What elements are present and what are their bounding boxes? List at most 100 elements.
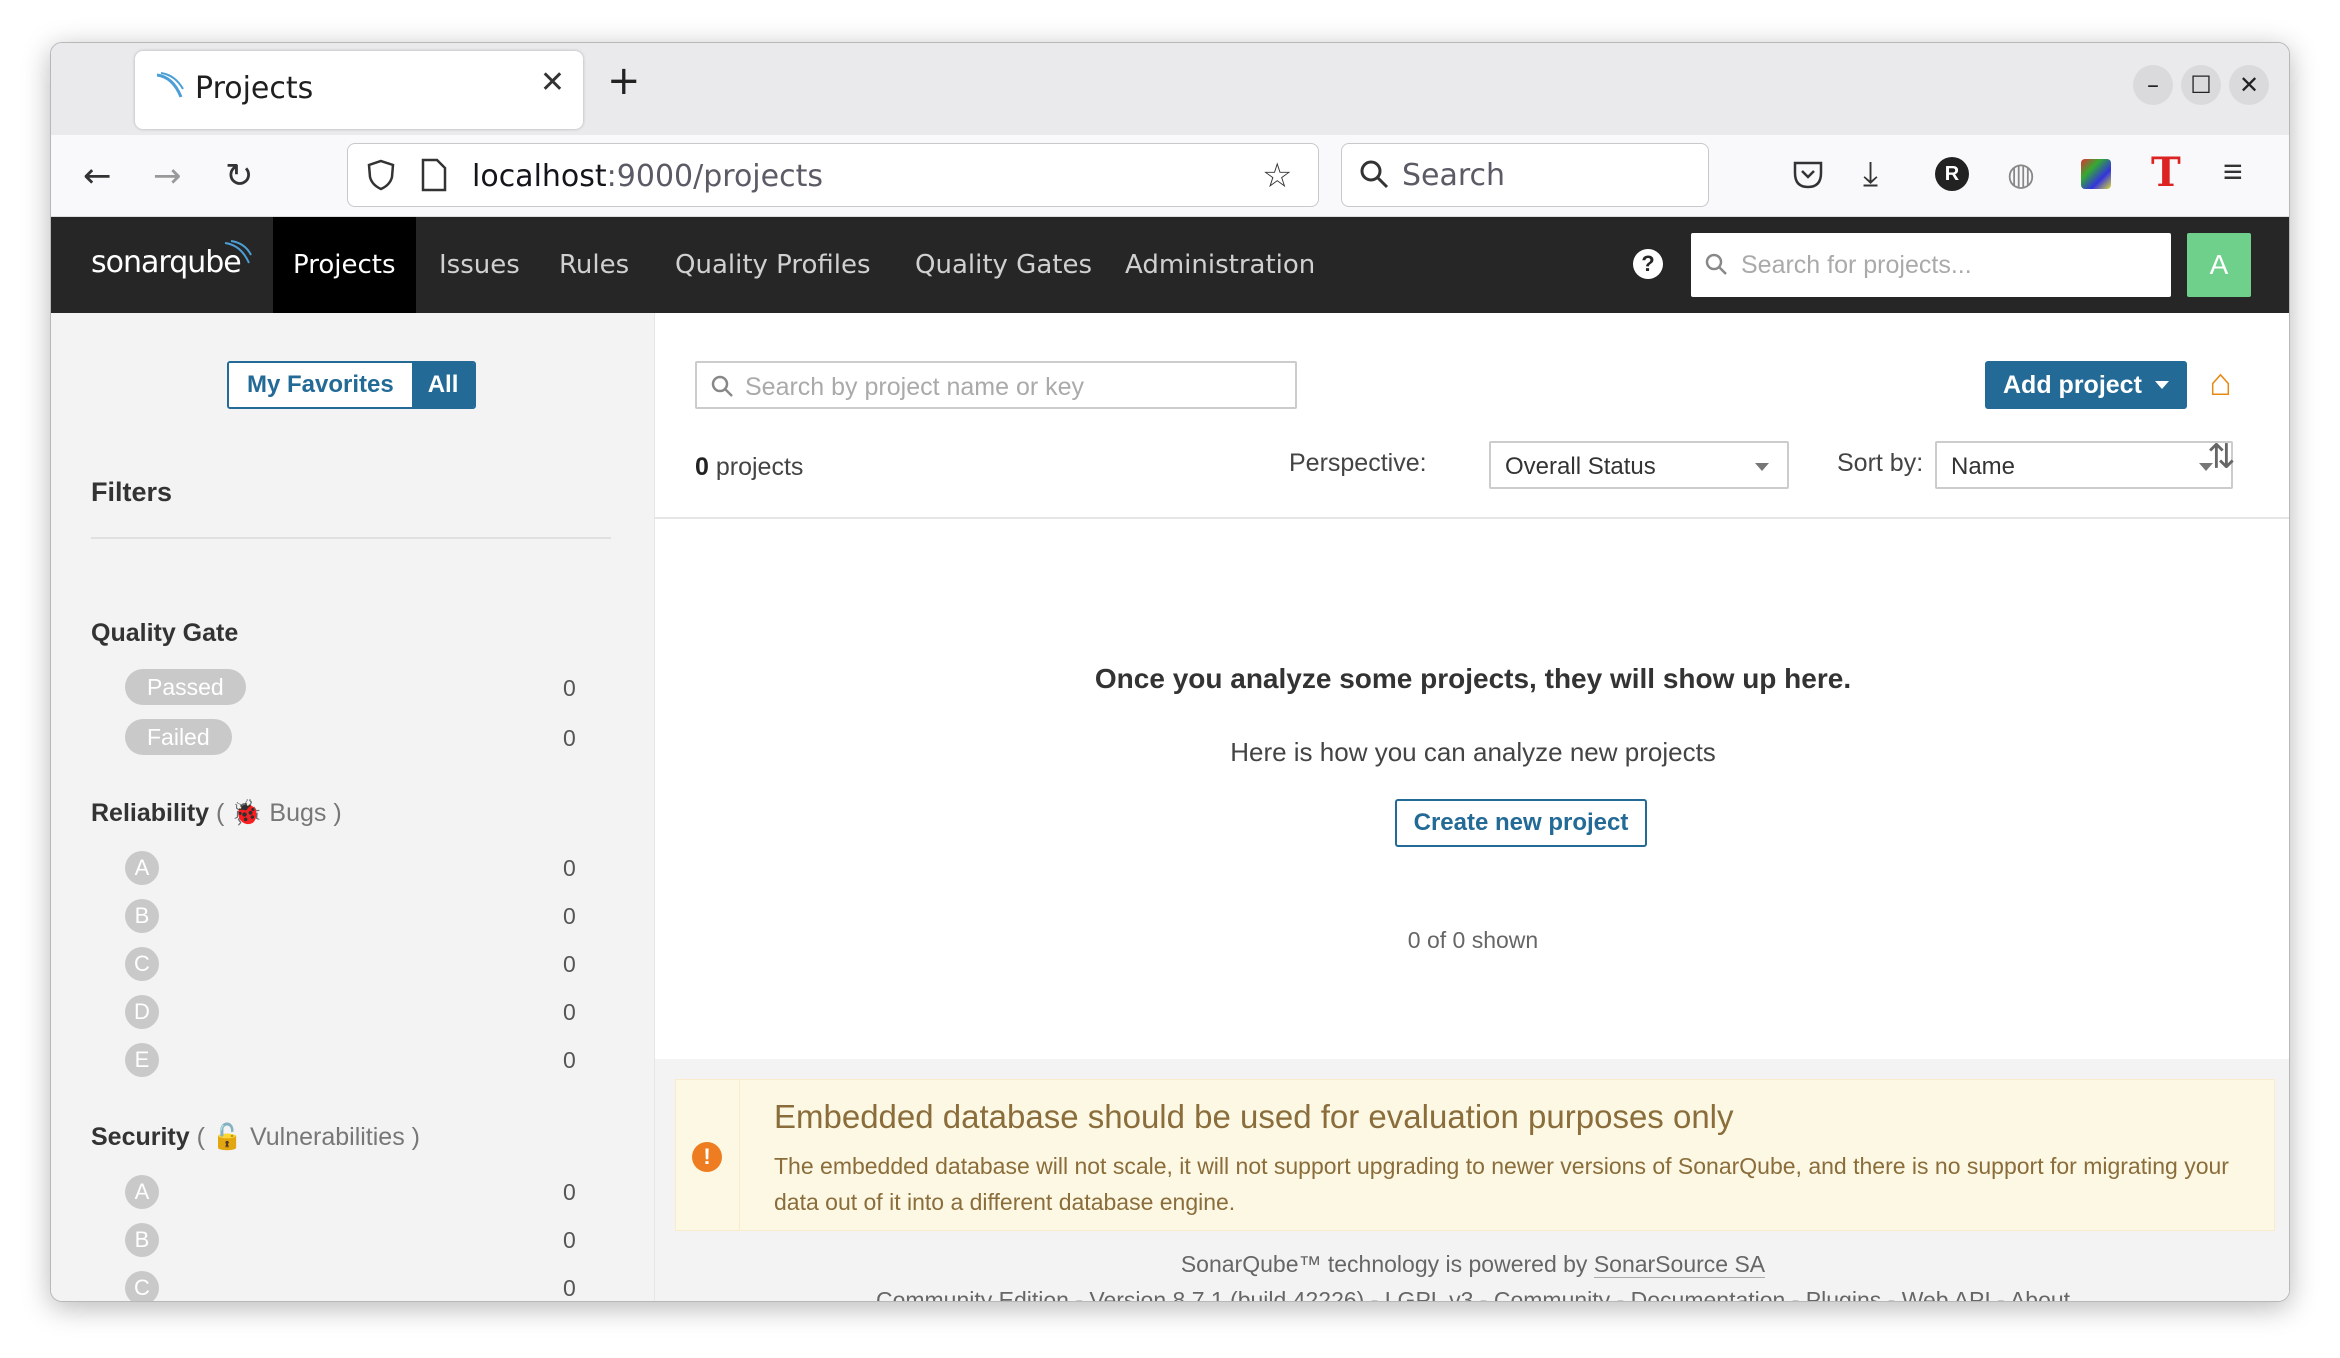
reliability-count-c: 0 <box>563 951 576 977</box>
nav-administration[interactable]: Administration <box>1105 217 1335 313</box>
bug-icon: 🐞 <box>231 799 263 827</box>
sort-label: Sort by: <box>1837 449 1924 477</box>
project-search-placeholder: Search by project name or key <box>745 373 1085 401</box>
nav-quality-gates[interactable]: Quality Gates <box>895 217 1112 313</box>
project-count: 0 projects <box>695 453 804 481</box>
warning-text: The embedded database will not scale, it… <box>774 1153 2229 1215</box>
all-button[interactable]: All <box>411 363 475 407</box>
sonarsource-link[interactable]: SonarSource SA <box>1593 1251 1766 1278</box>
security-count-a: 0 <box>563 1179 576 1205</box>
project-search-input[interactable]: Search by project name or key <box>695 361 1297 409</box>
browser-toolbar: ← → ↻ localhost:9000/projects ☆ Search ⤓… <box>51 135 2289 217</box>
extension-t-icon[interactable]: T <box>2151 149 2181 196</box>
forward-icon[interactable]: → <box>153 151 182 201</box>
nav-issues[interactable]: Issues <box>419 217 540 313</box>
reliability-count-a: 0 <box>563 855 576 881</box>
reliability-rating-d[interactable]: D <box>125 995 159 1029</box>
reliability-rating-a[interactable]: A <box>125 851 159 885</box>
security-rating-c[interactable]: C <box>125 1271 159 1301</box>
add-project-label: Add project <box>2003 371 2142 399</box>
empty-state-subtitle: Here is how you can analyze new projects <box>1230 737 1716 767</box>
download-icon[interactable]: ⤓ <box>1863 155 1878 194</box>
security-count-c: 0 <box>563 1275 576 1301</box>
minimize-icon[interactable]: – <box>2133 65 2173 105</box>
security-facet-title[interactable]: Security ( 🔓 Vulnerabilities ) <box>91 1123 420 1152</box>
reliability-rating-e[interactable]: E <box>125 1043 159 1077</box>
warning-icon-area: ! <box>676 1080 740 1230</box>
failed-count: 0 <box>563 725 576 751</box>
global-search-input[interactable]: Search for projects... <box>1691 233 2171 297</box>
perspective-select[interactable]: Overall Status <box>1489 441 1789 489</box>
search-icon <box>1703 251 1729 282</box>
extension-color-icon[interactable] <box>2081 159 2111 189</box>
paren-open: ( <box>216 799 225 827</box>
my-favorites-button[interactable]: My Favorites <box>229 363 412 407</box>
pocket-icon[interactable] <box>1791 157 1825 196</box>
maximize-icon[interactable]: ☐ <box>2181 65 2221 105</box>
avatar[interactable]: A <box>2187 233 2251 297</box>
home-icon[interactable]: ⌂ <box>2209 363 2232 403</box>
divider <box>91 537 611 539</box>
reliability-count-b: 0 <box>563 903 576 929</box>
reliability-rating-b[interactable]: B <box>125 899 159 933</box>
reliability-rating-c[interactable]: C <box>125 947 159 981</box>
nav-quality-profiles[interactable]: Quality Profiles <box>655 217 891 313</box>
close-window-icon[interactable]: ✕ <box>2229 65 2269 105</box>
extension-r-icon[interactable]: R <box>1935 157 1969 191</box>
paren-open: ( <box>196 1123 205 1151</box>
search-icon <box>709 373 735 404</box>
logo-wave-icon <box>223 239 253 274</box>
security-rating-b[interactable]: B <box>125 1223 159 1257</box>
chevron-down-icon <box>1755 463 1769 471</box>
tab-strip: Projects ✕ + – ☐ ✕ <box>51 43 2289 135</box>
lock-icon: 🔓 <box>211 1123 244 1151</box>
add-project-button[interactable]: Add project <box>1985 361 2187 409</box>
caret-down-icon <box>2155 381 2169 389</box>
tab-projects[interactable]: Projects ✕ <box>135 51 583 129</box>
nav-rules[interactable]: Rules <box>539 217 649 313</box>
url-bar[interactable]: localhost:9000/projects ☆ <box>347 143 1319 207</box>
reliability-facet-title[interactable]: Reliability ( 🐞 Bugs ) <box>91 799 342 828</box>
tab-title: Projects <box>195 71 314 106</box>
shield-icon[interactable] <box>364 158 398 197</box>
bugs-label: Bugs <box>269 799 327 827</box>
help-icon[interactable]: ? <box>1633 249 1663 279</box>
footer-edition: Community Edition - Version 8.7.1 (build… <box>875 1287 1379 1302</box>
perspective-label: Perspective: <box>1289 449 1427 477</box>
globe-icon[interactable]: ◍ <box>2007 155 2035 193</box>
bookmark-star-icon[interactable]: ☆ <box>1262 156 1292 196</box>
footer-links: Community Edition - Version 8.7.1 (build… <box>655 1287 2289 1302</box>
failed-filter[interactable]: Failed <box>125 719 232 755</box>
sort-value: Name <box>1951 453 2016 480</box>
sort-select[interactable]: Name <box>1935 441 2233 489</box>
shown-count: 0 of 0 shown <box>1407 927 1539 953</box>
new-tab-icon[interactable]: + <box>607 61 641 101</box>
browser-window: Projects ✕ + – ☐ ✕ ← → ↻ localhost:9000/… <box>50 42 2290 1302</box>
nav-projects[interactable]: Projects <box>273 217 416 313</box>
paren-close: ) <box>333 799 342 827</box>
quality-gate-facet-title[interactable]: Quality Gate <box>91 619 238 648</box>
create-new-project-button[interactable]: Create new project <box>1395 799 1647 847</box>
page-icon <box>420 158 448 197</box>
web-api-link[interactable]: Web API <box>1901 1287 1991 1301</box>
vulnerabilities-label: Vulnerabilities <box>250 1123 405 1151</box>
sonarqube-favicon-icon <box>153 69 185 106</box>
reload-icon[interactable]: ↻ <box>225 151 254 201</box>
security-rating-a[interactable]: A <box>125 1175 159 1209</box>
plugins-link[interactable]: Plugins <box>1805 1287 1882 1301</box>
back-icon[interactable]: ← <box>83 151 112 201</box>
browser-search-bar[interactable]: Search <box>1341 143 1709 207</box>
close-icon[interactable]: ✕ <box>540 65 565 100</box>
about-link[interactable]: About <box>2009 1287 2071 1301</box>
menu-icon[interactable]: ≡ <box>2223 153 2243 192</box>
community-link[interactable]: Community <box>1493 1287 1611 1301</box>
footer-powered-by: SonarQube™ technology is powered by Sona… <box>655 1251 2289 1278</box>
documentation-link[interactable]: Documentation <box>1630 1287 1786 1301</box>
passed-filter[interactable]: Passed <box>125 669 246 705</box>
projects-main: Search by project name or key Add projec… <box>655 313 2289 1302</box>
reliability-label: Reliability <box>91 799 210 827</box>
sonarqube-logo[interactable]: sonarqube <box>91 245 242 280</box>
lgpl-link[interactable]: LGPL v3 <box>1384 1287 1474 1301</box>
sort-direction-icon[interactable]: ⇅ <box>2207 437 2236 477</box>
url-text: localhost:9000/projects <box>472 159 823 194</box>
